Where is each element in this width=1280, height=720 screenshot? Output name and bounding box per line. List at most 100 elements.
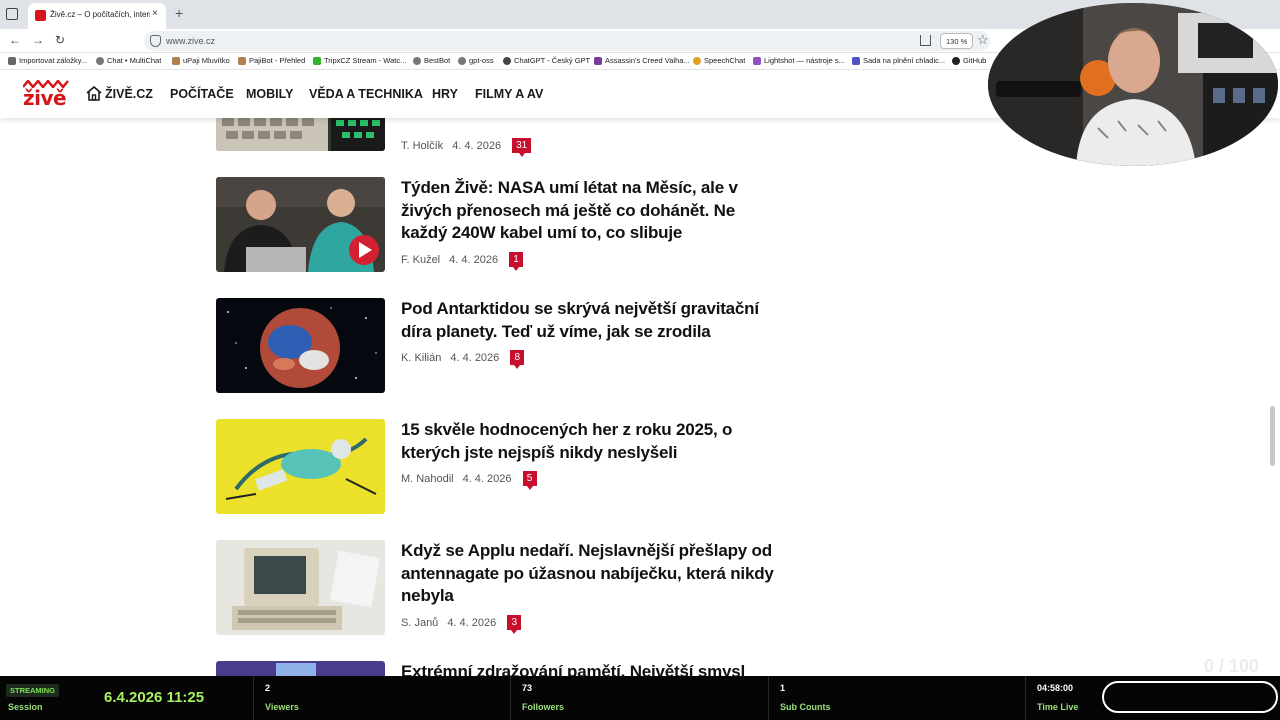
subs-count: 1: [780, 683, 786, 693]
list-item[interactable]: Týden Živě: NASA umí létat na Měsíc, ale…: [216, 177, 776, 272]
article-meta: K. Kilián 4. 4. 2026 8: [401, 350, 525, 369]
article-thumbnail[interactable]: [216, 661, 385, 676]
article-meta: S. Janů 4. 4. 2026 3: [401, 615, 522, 634]
site-info-shield-icon[interactable]: [150, 35, 161, 47]
lightshot-icon: [753, 56, 761, 65]
bookmark-item[interactable]: Chat • MultiChat: [96, 56, 161, 65]
article-title[interactable]: Když se Applu nedaří. Nejslavnější přešl…: [401, 540, 776, 608]
viewers-label: Viewers: [265, 702, 299, 712]
followers-count: 73: [522, 683, 533, 693]
globe-icon: [413, 56, 421, 65]
speech-icon: [693, 56, 701, 65]
url-text: www.zive.cz: [166, 36, 216, 46]
reload-icon[interactable]: ↻: [55, 33, 65, 47]
bookmark-item[interactable]: ChatGPT - Český GPT: [503, 56, 590, 65]
article-author[interactable]: F. Kužel: [401, 254, 440, 266]
list-item[interactable]: Extrémní zdražování pamětí. Největší smy…: [216, 661, 776, 676]
tab-close-icon[interactable]: ×: [152, 8, 158, 19]
article-title[interactable]: Pod Antarktidou se skrývá největší gravi…: [401, 298, 776, 343]
article-date: 4. 4. 2026: [449, 253, 499, 266]
article-thumbnail[interactable]: [216, 419, 385, 514]
comment-count-badge[interactable]: 1: [509, 252, 524, 271]
article-date: 4. 4. 2026: [447, 616, 497, 629]
bookmark-item[interactable]: Assassin's Creed Valha...: [594, 56, 690, 65]
article-list: T. Holčík 4. 4. 2026 31 Týden Živě: NASA…: [0, 118, 1280, 676]
zoom-level-button[interactable]: 130 %: [940, 33, 974, 49]
article-thumbnail[interactable]: [216, 118, 385, 151]
list-item[interactable]: T. Holčík 4. 4. 2026 31: [216, 118, 776, 157]
article-title[interactable]: 15 skvěle hodnocených her z roku 2025, o…: [401, 419, 776, 464]
article-meta: F. Kužel 4. 4. 2026 1: [401, 252, 524, 271]
kit-icon: [852, 56, 860, 65]
list-item[interactable]: Pod Antarktidou se skrývá největší gravi…: [216, 298, 776, 393]
article-title[interactable]: Extrémní zdražování pamětí. Největší smy…: [401, 661, 776, 676]
game-icon: [594, 56, 602, 65]
globe-icon: [458, 56, 466, 65]
bookmark-item[interactable]: Lightshot — nástroje s...: [753, 56, 845, 65]
github-icon: [952, 56, 960, 65]
bookmark-item[interactable]: SpeechChat: [693, 56, 745, 65]
article-title[interactable]: Týden Živě: NASA umí létat na Měsíc, ale…: [401, 177, 776, 245]
nav-zive[interactable]: ŽIVĚ.CZ: [105, 87, 153, 101]
followers-panel: 73 Followers: [512, 676, 769, 720]
list-item[interactable]: 15 skvěle hodnocených her z roku 2025, o…: [216, 419, 776, 514]
bookmark-item[interactable]: Importovat záložky...: [8, 56, 87, 65]
comment-count-badge[interactable]: 8: [510, 350, 525, 369]
article-author[interactable]: T. Holčík: [401, 140, 443, 152]
article-thumbnail[interactable]: [216, 540, 385, 635]
home-icon[interactable]: [86, 86, 102, 101]
new-tab-button[interactable]: +: [175, 5, 183, 21]
webcam-overlay: [988, 3, 1278, 166]
bookmark-item[interactable]: Sada na plnění chladic...: [852, 56, 945, 65]
bookmark-item[interactable]: gpt-oss: [458, 56, 494, 65]
subs-panel: 1 Sub Counts: [770, 676, 1026, 720]
session-panel: STREAMING Session 6.4.2026 11:25: [0, 676, 254, 720]
forward-arrow-icon[interactable]: →: [32, 33, 44, 47]
tab-list-icon[interactable]: [6, 8, 18, 20]
nav-veda-a-technika[interactable]: VĚDA A TECHNIKA: [309, 87, 423, 101]
scrollbar-thumb[interactable]: [1270, 406, 1275, 466]
time-live-label: Time Live: [1037, 702, 1079, 712]
back-arrow-icon[interactable]: ←: [9, 33, 21, 47]
comment-count-badge[interactable]: 5: [522, 471, 537, 490]
nav-filmy-a-av[interactable]: FILMY A AV: [475, 87, 543, 101]
followers-label: Followers: [522, 702, 565, 712]
bookmark-item[interactable]: uPaji Mluvítko: [172, 56, 230, 65]
zive-logo[interactable]: živě: [23, 80, 69, 110]
chatgpt-icon: [503, 56, 511, 65]
bookmark-star-icon[interactable]: ☆: [977, 32, 989, 48]
article-author[interactable]: K. Kilián: [401, 352, 441, 364]
article-author[interactable]: S. Janů: [401, 617, 438, 629]
list-item[interactable]: Když se Applu nedaří. Nejslavnější přešl…: [216, 540, 776, 635]
tab-title: Živě.cz – O počítačích, internetu…: [50, 10, 150, 19]
bookmark-item[interactable]: GitHub: [952, 56, 986, 65]
comment-count-badge[interactable]: 31: [512, 138, 532, 157]
download-icon[interactable]: [920, 35, 931, 46]
article-date: 4. 4. 2026: [450, 351, 500, 364]
bookmark-item[interactable]: TripxCZ Stream - Watc...: [313, 56, 406, 65]
time-live-panel: 04:58:00 Time Live: [1027, 676, 1097, 720]
article-meta: T. Holčík 4. 4. 2026 31: [401, 138, 532, 157]
viewers-count: 2: [265, 683, 271, 693]
comment-count-badge[interactable]: 3: [507, 615, 522, 634]
logo-wordmark: živě: [23, 86, 67, 110]
bookmark-item[interactable]: BestBot: [413, 56, 450, 65]
stream-status-bar: STREAMING Session 6.4.2026 11:25 2 Viewe…: [0, 676, 1280, 720]
stream-progress-pill: [1102, 681, 1278, 713]
article-thumbnail[interactable]: [216, 177, 385, 272]
session-datetime: 6.4.2026 11:25: [104, 689, 205, 706]
tab-active[interactable]: Živě.cz – O počítačích, internetu… ×: [28, 3, 166, 29]
url-field[interactable]: www.zive.cz 130 % ☆: [144, 31, 990, 51]
article-date: 4. 4. 2026: [462, 472, 512, 485]
nav-hry[interactable]: HRY: [432, 87, 458, 101]
subs-label: Sub Counts: [780, 702, 831, 712]
bookmark-item[interactable]: PajiBot - Přehled: [238, 56, 305, 65]
avatar-icon: [172, 56, 180, 65]
nav-mobily[interactable]: MOBILY: [246, 87, 293, 101]
page-counter: 0 / 100: [1204, 656, 1260, 676]
nav-pocitace[interactable]: POČÍTAČE: [170, 87, 234, 101]
zive-favicon-icon: [35, 10, 46, 21]
article-author[interactable]: M. Nahodil: [401, 473, 454, 485]
streaming-status-badge: STREAMING: [6, 684, 59, 697]
article-thumbnail[interactable]: [216, 298, 385, 393]
